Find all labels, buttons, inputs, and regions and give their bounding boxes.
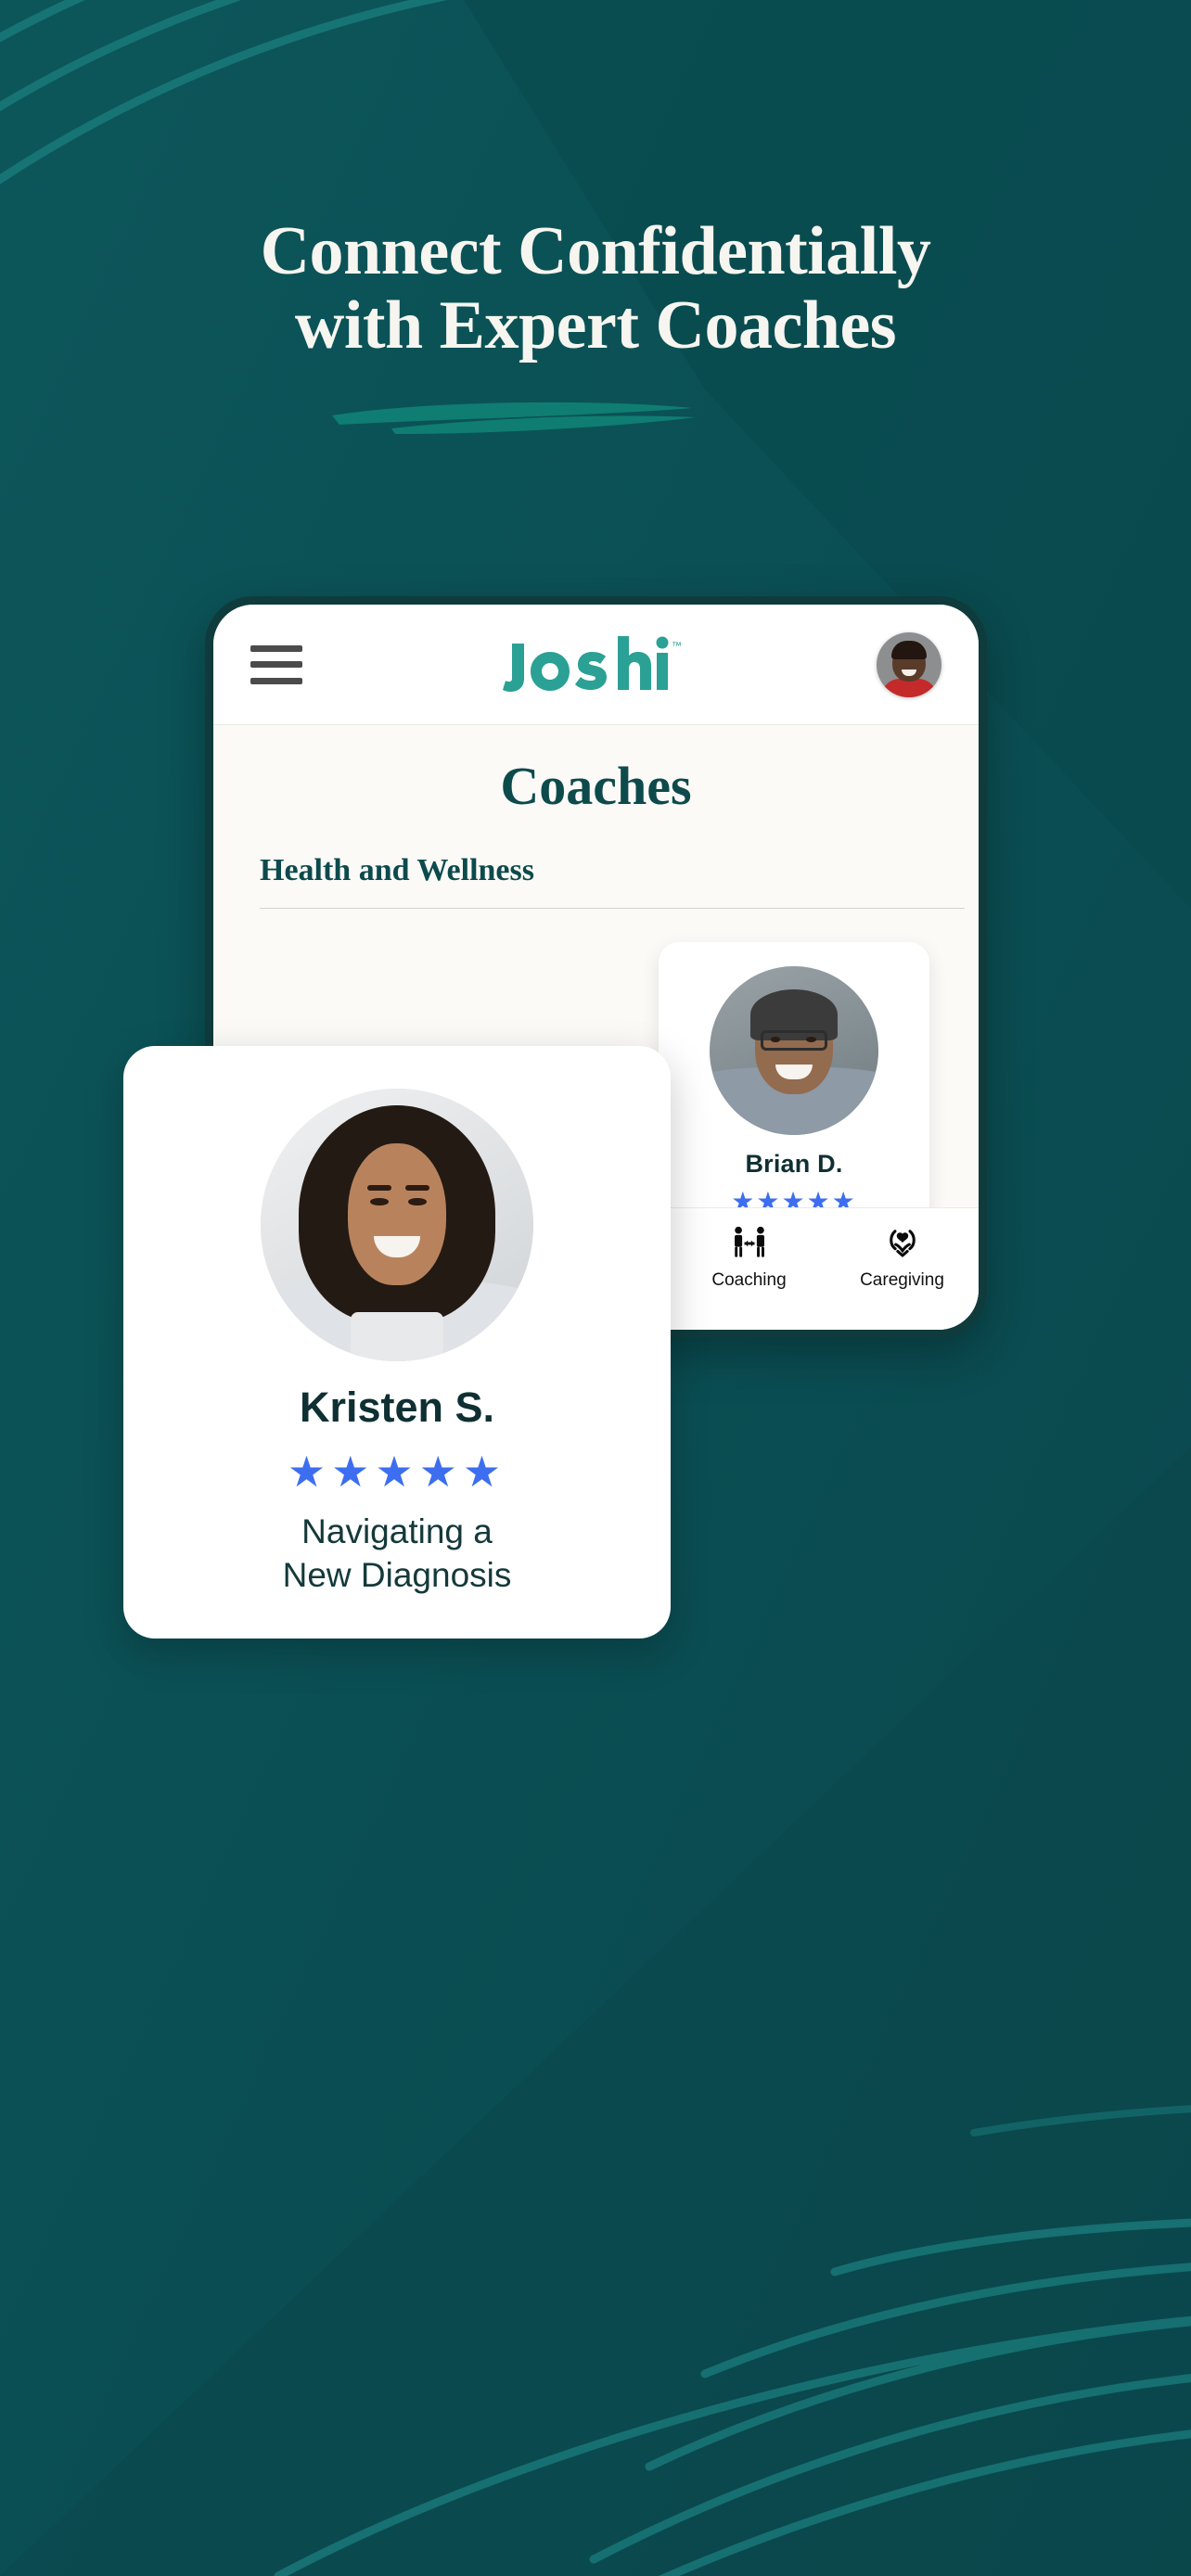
user-avatar[interactable]	[877, 631, 941, 697]
page-title: Coaches	[500, 756, 692, 816]
svg-text:™: ™	[672, 641, 681, 652]
coach-photo	[710, 966, 878, 1135]
featured-coach-photo	[261, 1089, 533, 1361]
featured-coach-specialty: Navigating a New Diagnosis	[151, 1510, 643, 1598]
promo-headline: Connect Confidentially with Expert Coach…	[0, 213, 1191, 363]
headline-line-2: with Expert Coaches	[294, 287, 897, 363]
caregiving-icon	[889, 1230, 916, 1257]
section-title: Health and Wellness	[260, 853, 534, 887]
nav-item-caregiving[interactable]: Caregiving	[833, 1223, 972, 1291]
headline-underline-swoosh	[332, 402, 696, 434]
joshin-logo: ™	[499, 635, 681, 694]
section-divider	[260, 908, 965, 909]
featured-coach-card[interactable]: Kristen S. ★★★★★ Navigating a New Diagno…	[123, 1046, 671, 1639]
nav-label: Caregiving	[860, 1270, 944, 1290]
nav-item-coaching[interactable]: Coaching	[680, 1223, 819, 1291]
app-header: ™	[213, 605, 979, 725]
featured-coach-rating-stars: ★★★★★	[287, 1447, 507, 1496]
coaching-icon	[734, 1226, 764, 1257]
featured-specialty-line1: Navigating a	[301, 1512, 493, 1550]
app-store-promo-screenshot: Connect Confidentially with Expert Coach…	[0, 0, 1191, 2576]
coach-name: Brian D.	[745, 1150, 843, 1178]
headline-line-1: Connect Confidentially	[260, 213, 931, 289]
hamburger-menu-icon[interactable]	[250, 644, 302, 684]
featured-specialty-line2: New Diagnosis	[282, 1556, 512, 1595]
nav-label: Coaching	[711, 1270, 787, 1290]
featured-coach-name: Kristen S.	[299, 1384, 495, 1431]
